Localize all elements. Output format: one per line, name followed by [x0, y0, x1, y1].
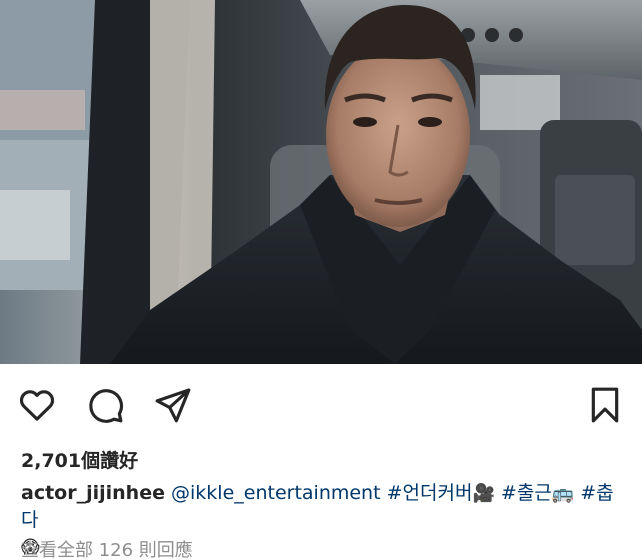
bookmark-icon — [591, 387, 619, 423]
share-button[interactable] — [150, 382, 196, 428]
caption-username[interactable]: actor_jijinhee — [21, 482, 165, 504]
like-button[interactable] — [14, 382, 60, 428]
caption-mention[interactable]: @ikkle_entertainment — [171, 482, 381, 504]
bus-emoji: 🚌 — [551, 483, 575, 504]
action-bar — [0, 382, 642, 428]
save-button[interactable] — [582, 382, 628, 428]
post-photo[interactable] — [0, 0, 642, 364]
send-icon — [155, 388, 191, 423]
hashtag-undercover[interactable]: #언더커버 — [387, 482, 473, 504]
selfie-photo-illustration — [0, 0, 642, 364]
likes-count[interactable]: 2,701個讚好 — [21, 446, 138, 473]
comment-button[interactable] — [82, 382, 128, 428]
hashtag-commute[interactable]: #출근 — [501, 482, 552, 504]
heart-icon — [19, 390, 55, 421]
instagram-post: 2,701個讚好 actor_jijinhee @ikkle_entertain… — [0, 0, 642, 560]
comment-icon — [89, 389, 124, 423]
view-all-comments-link[interactable]: 查看全部 126 則回應 — [21, 536, 193, 560]
movie-camera-emoji: 🎥 — [472, 483, 495, 504]
